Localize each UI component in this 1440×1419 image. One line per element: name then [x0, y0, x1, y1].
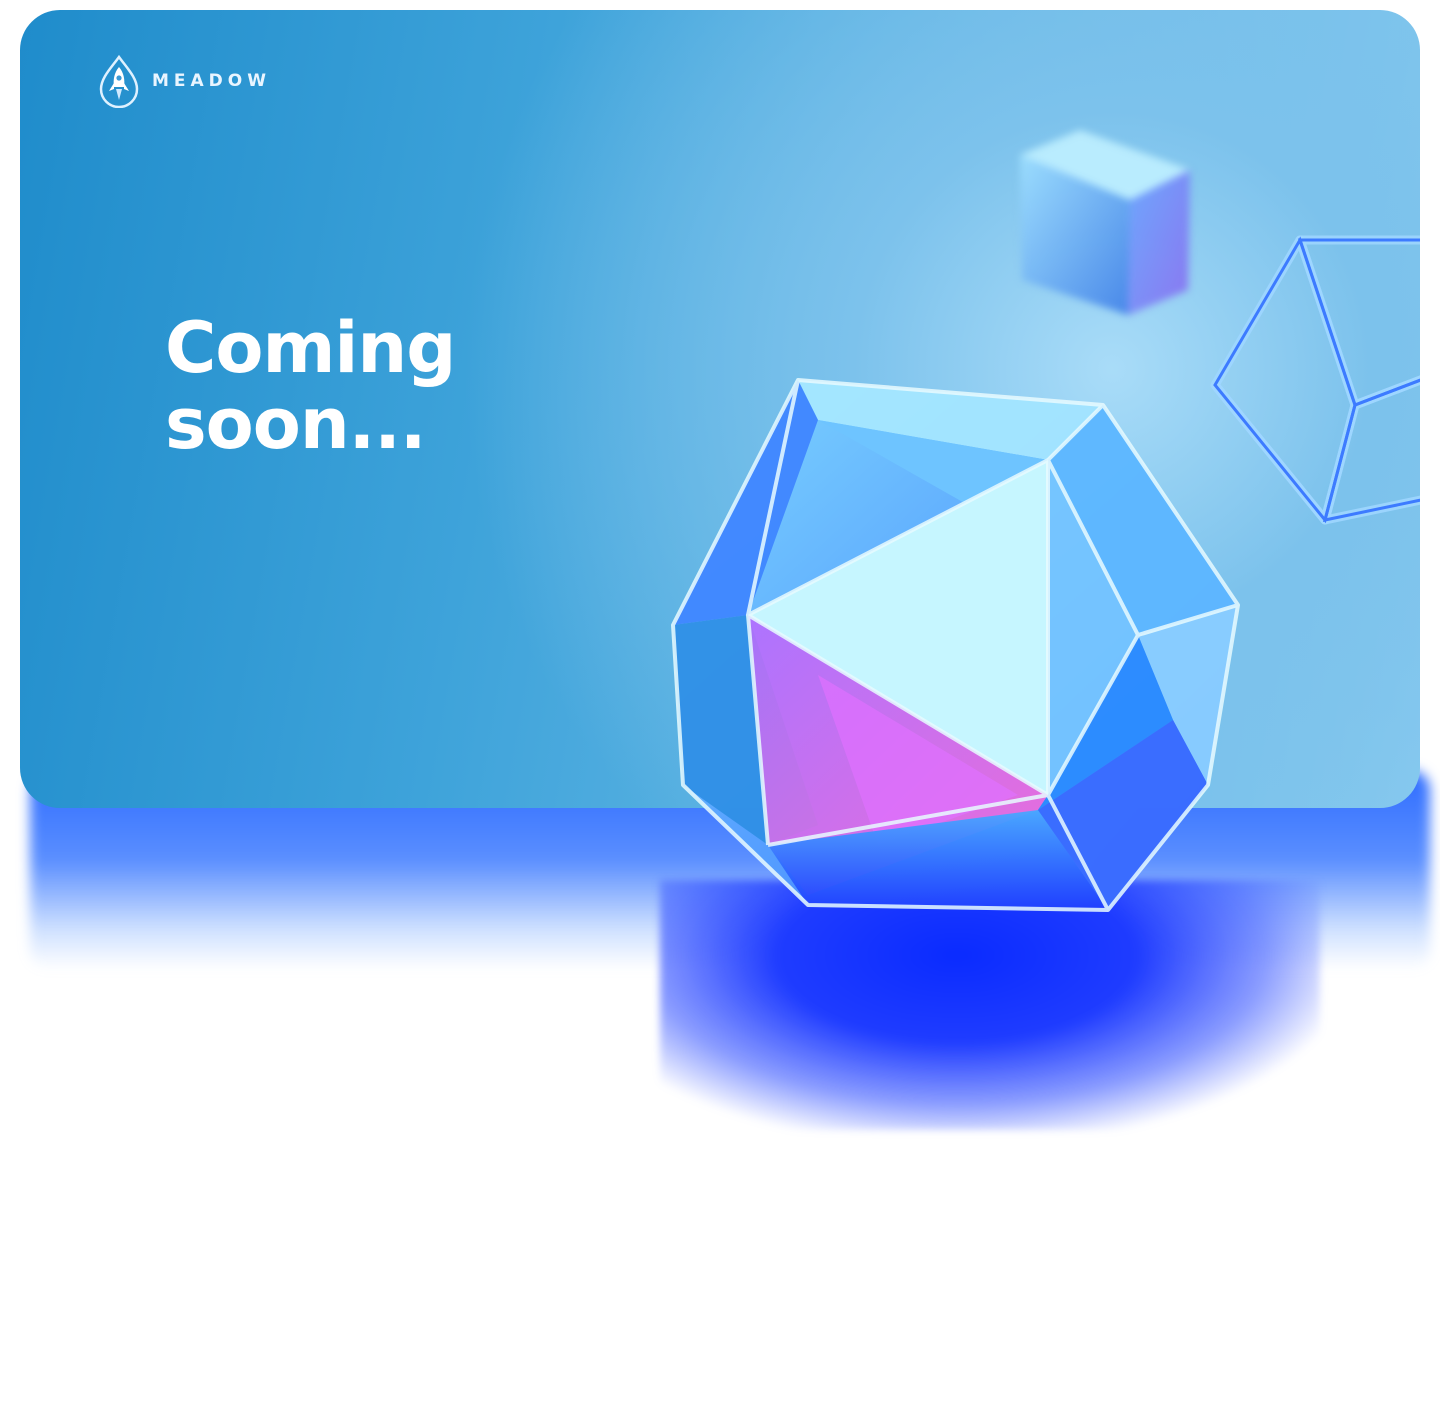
coming-soon-page: MEADOW Coming soon...	[0, 0, 1440, 1419]
rocket-drop-icon	[99, 54, 139, 108]
headline-line-2: soon...	[165, 383, 426, 465]
page-title: Coming soon...	[165, 307, 456, 465]
brand-name: MEADOW	[152, 71, 272, 91]
crystal-icosahedron-icon	[671, 378, 1240, 912]
blurred-glass-cube-icon	[1020, 130, 1190, 315]
brand-logo[interactable]: MEADOW	[96, 54, 271, 108]
headline-line-1: Coming	[165, 307, 456, 389]
